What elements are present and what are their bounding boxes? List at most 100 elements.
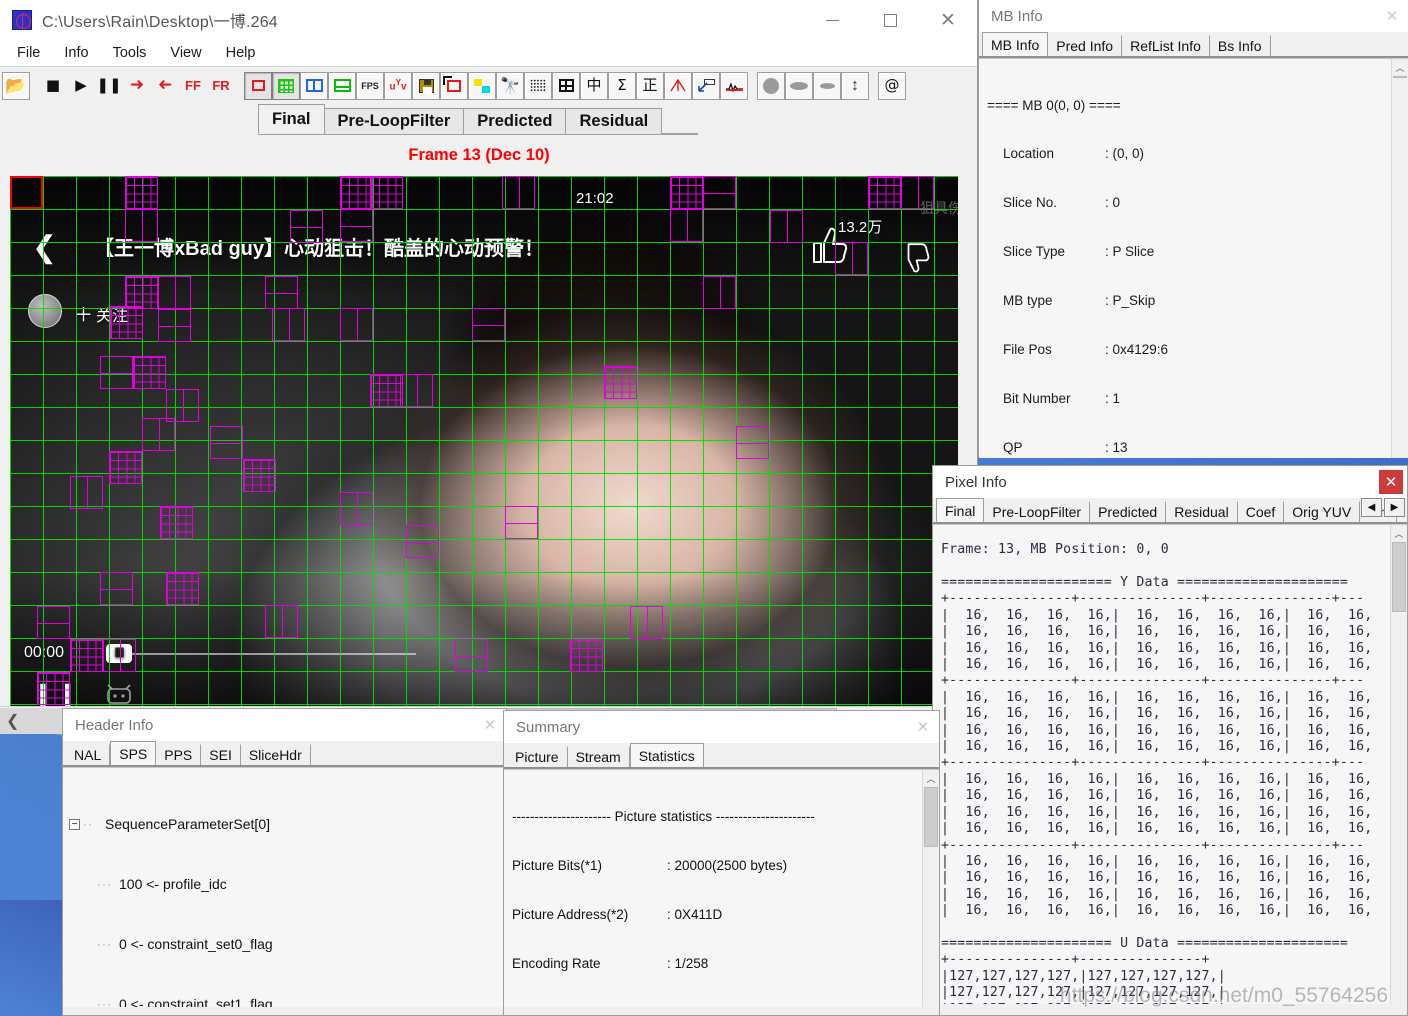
scroll-up-arrow-icon[interactable]: ︿ (1391, 525, 1407, 542)
table-view-button[interactable] (552, 71, 580, 100)
shape-ellipse-small-button[interactable] (813, 71, 841, 100)
sub-partition-marker (272, 308, 305, 341)
mb-info-close-button[interactable]: ✕ (1380, 4, 1404, 28)
pixel-info-body: Frame: 13, MB Position: 0, 0 ===========… (933, 524, 1407, 1004)
window-controls: ✕ (803, 0, 977, 40)
tab-pred-info[interactable]: Pred Info (1048, 35, 1123, 56)
tree-root-node[interactable]: − ·· SequenceParameterSet[0] (69, 814, 506, 834)
tab-predicted[interactable]: Predicted (1090, 501, 1167, 522)
search-button[interactable]: 🔭 (496, 71, 524, 100)
tree-node[interactable]: ··· 0 <- constraint_set1_flag (69, 994, 506, 1007)
tab-mb-info[interactable]: MB Info (982, 32, 1049, 56)
play-icon: ▶ (75, 76, 87, 94)
save-image-button[interactable] (412, 71, 440, 100)
step-forward-button[interactable]: ➜ (123, 71, 151, 100)
menu-file[interactable]: File (6, 42, 51, 64)
maximize-button[interactable] (861, 0, 919, 40)
tab-final[interactable]: Final (258, 104, 325, 134)
mb-info-vertical-scrollbar[interactable]: ︿ (1391, 59, 1408, 458)
tab-residual[interactable]: Residual (565, 108, 663, 134)
tab-pre-loopfilter[interactable]: Pre-LoopFilter (323, 108, 465, 134)
tab-pre-loopfilter[interactable]: Pre-LoopFilter (984, 501, 1091, 522)
menu-help[interactable]: Help (215, 42, 267, 64)
tab-scroll-right-button[interactable]: ▶ (1384, 498, 1405, 517)
show-fps-button[interactable]: FPS (356, 71, 384, 100)
sps-tree: − ·· SequenceParameterSet[0] ··· 100 <- p… (63, 768, 506, 1007)
pixel-info-close-button[interactable]: ✕ (1379, 470, 1403, 494)
select-tool-button[interactable] (692, 71, 720, 100)
show-partition-button[interactable] (300, 71, 328, 100)
fast-forward-button[interactable]: FF (179, 71, 207, 100)
tab-bs-info[interactable]: Bs Info (1209, 35, 1271, 56)
show-slice-button[interactable] (328, 71, 356, 100)
scroll-up-arrow-icon[interactable]: ︿ (923, 770, 939, 787)
menu-tools[interactable]: Tools (102, 42, 158, 64)
tab-stream[interactable]: Stream (567, 746, 630, 767)
fast-rewind-button[interactable]: FR (207, 71, 235, 100)
stop-button[interactable]: ■ (39, 71, 67, 100)
histogram-button[interactable] (664, 71, 692, 100)
tab-sei[interactable]: SEI (201, 744, 241, 765)
tab-final[interactable]: Final (936, 498, 985, 522)
panel-collapse-strip[interactable]: ❮ (0, 708, 62, 734)
summary-close-button[interactable]: ✕ (911, 715, 935, 739)
tree-node-label: SequenceParameterSet[0] (105, 816, 270, 832)
center-view-button[interactable]: 中 (580, 71, 608, 100)
play-button[interactable]: ▶ (67, 71, 95, 100)
vertical-resize-button[interactable]: ↕ (841, 71, 869, 100)
scroll-up-arrow-icon[interactable]: ︿ (1392, 59, 1408, 76)
tab-orig-yuv[interactable]: Orig YUV (1284, 501, 1361, 522)
pause-button[interactable]: ❚❚ (95, 71, 123, 100)
tab-scroll-left-button[interactable]: ◀ (1361, 498, 1382, 517)
step-back-button[interactable]: ➜ (151, 71, 179, 100)
tab-predicted[interactable]: Predicted (463, 108, 567, 134)
pixel-info-vertical-scrollbar[interactable]: ︿ (1390, 525, 1407, 1004)
picture-stats-header: ---------------------- Picture statistic… (512, 808, 815, 824)
menu-view[interactable]: View (159, 42, 212, 64)
tab-pps[interactable]: PPS (156, 744, 202, 765)
shape-ellipse-button[interactable] (785, 71, 813, 100)
zheng-view-button[interactable]: 正 (636, 71, 664, 100)
show-mb-border-button[interactable] (244, 71, 272, 100)
tab-residual[interactable]: Residual (1166, 501, 1238, 522)
sub-partition-marker (243, 459, 276, 492)
tree-connector: ··· (97, 937, 112, 951)
scroll-thumb[interactable] (924, 787, 938, 847)
close-button[interactable]: ✕ (919, 0, 977, 40)
tree-node[interactable]: ··· 100 <- profile_idc (69, 874, 506, 894)
tab-nal[interactable]: NAL (66, 744, 111, 765)
window-titlebar: C:\Users\Rain\Desktop\一博.264 ✕ (0, 0, 977, 40)
waveform-button[interactable] (720, 71, 748, 100)
header-info-close-button[interactable]: ✕ (478, 713, 502, 737)
mb-row-value: : P_Skip (1105, 293, 1156, 309)
sum-view-button[interactable]: Σ (608, 71, 636, 100)
sub-partition-marker (736, 426, 769, 459)
tab-sps[interactable]: SPS (110, 741, 157, 765)
scroll-thumb[interactable] (1392, 542, 1406, 612)
minimize-button[interactable] (803, 0, 861, 40)
selected-macroblock-highlight[interactable] (10, 176, 43, 209)
tab-picture[interactable]: Picture (507, 746, 568, 767)
tab-coef[interactable]: Coef (1237, 501, 1285, 522)
noise-view-button[interactable] (524, 71, 552, 100)
open-file-button[interactable]: 📂 (2, 71, 30, 100)
show-yuv-button[interactable]: uYv (384, 71, 412, 100)
email-button[interactable]: @ (878, 71, 906, 100)
mb-row-key: Slice No. (1003, 195, 1058, 211)
tree-collapse-icon[interactable]: − (69, 818, 80, 830)
video-canvas[interactable]: ❮ 【王一博xBad guy】心动狙击！酷盖的心动预警！ 21:02 ＋ 关注 … (10, 176, 958, 706)
tab-statistics[interactable]: Statistics (629, 743, 704, 767)
menu-info[interactable]: Info (53, 42, 99, 64)
shape-circle-button[interactable] (757, 71, 785, 100)
scroll-thumb[interactable] (1393, 76, 1407, 78)
sub-partition-marker (370, 374, 403, 407)
crop-button[interactable] (440, 71, 468, 100)
color-picker-button[interactable] (468, 71, 496, 100)
tree-node[interactable]: ··· 0 <- constraint_set0_flag (69, 934, 506, 954)
tab-slicehdr[interactable]: SliceHdr (240, 744, 311, 765)
tab-reflist-info[interactable]: RefList Info (1122, 35, 1210, 56)
chevron-left-icon[interactable]: ❮ (6, 711, 19, 731)
summary-vertical-scrollbar[interactable]: ︿ (922, 770, 939, 1007)
sub-partition-marker (604, 366, 637, 399)
show-grid-button[interactable] (272, 71, 300, 100)
